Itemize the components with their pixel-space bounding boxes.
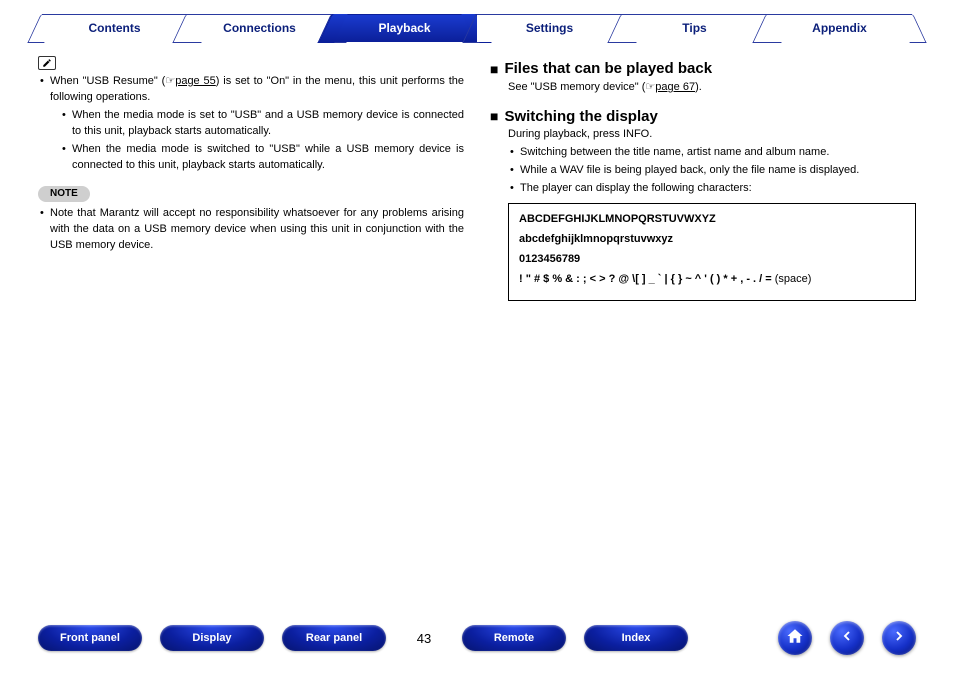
- right-column: ■ Files that can be played back See "USB…: [490, 56, 916, 301]
- sub-bullet: When the media mode is set to "USB" and …: [60, 108, 464, 140]
- pencil-icon: [38, 56, 56, 70]
- chars-symbols: ! " # $ % & : ; < > ? @ \[ ] _ ` | { } ~…: [519, 272, 905, 288]
- symbols: ! " # $ % & : ; < > ? @ \[ ] _ ` | { } ~…: [519, 273, 772, 285]
- page-number: 43: [404, 631, 444, 646]
- link-page-55[interactable]: page 55: [175, 75, 216, 87]
- heading-text: Files that can be played back: [504, 58, 712, 80]
- remote-button[interactable]: Remote: [462, 625, 566, 651]
- chars-digits: 0123456789: [519, 252, 905, 268]
- hand-icon: ☞: [645, 81, 655, 93]
- home-button[interactable]: [778, 621, 812, 655]
- list-item: The player can display the following cha…: [508, 181, 916, 197]
- files-sub: See "USB memory device" (☞page 67).: [490, 80, 916, 96]
- usb-resume-bullet: When "USB Resume" (☞page 55) is set to "…: [38, 74, 464, 174]
- rear-panel-button[interactable]: Rear panel: [282, 625, 386, 651]
- left-column: When "USB Resume" (☞page 55) is set to "…: [38, 56, 464, 301]
- tab-tips[interactable]: Tips: [622, 14, 767, 42]
- main-content: When "USB Resume" (☞page 55) is set to "…: [0, 42, 954, 301]
- note-badge: NOTE: [38, 186, 90, 203]
- hand-icon: ☞: [165, 75, 175, 87]
- home-icon: [786, 627, 804, 650]
- tab-connections[interactable]: Connections: [187, 14, 332, 42]
- arrow-right-icon: [891, 628, 907, 649]
- tab-contents[interactable]: Contents: [42, 14, 187, 42]
- text: ).: [695, 81, 702, 93]
- character-set-box: ABCDEFGHIJKLMNOPQRSTUVWXYZ abcdefghijklm…: [508, 203, 916, 301]
- display-button[interactable]: Display: [160, 625, 264, 651]
- text: See "USB memory device" (: [508, 81, 645, 93]
- chars-upper: ABCDEFGHIJKLMNOPQRSTUVWXYZ: [519, 212, 905, 228]
- front-panel-button[interactable]: Front panel: [38, 625, 142, 651]
- note-text: Note that Marantz will accept no respons…: [38, 206, 464, 254]
- tab-playback[interactable]: Playback: [332, 14, 477, 42]
- text: When "USB Resume" (: [50, 75, 165, 87]
- link-page-67[interactable]: page 67: [655, 81, 695, 93]
- next-page-button[interactable]: [882, 621, 916, 655]
- space-label: (space): [772, 273, 812, 285]
- heading-switching-display: ■ Switching the display: [490, 106, 916, 128]
- sub-bullet: When the media mode is switched to "USB"…: [60, 142, 464, 174]
- tab-settings[interactable]: Settings: [477, 14, 622, 42]
- arrow-left-icon: [839, 628, 855, 649]
- text: During playback, press INFO.: [508, 127, 916, 143]
- switching-sub: During playback, press INFO. Switching b…: [490, 127, 916, 197]
- list-item: Switching between the title name, artist…: [508, 145, 916, 161]
- heading-files-played-back: ■ Files that can be played back: [490, 58, 916, 80]
- chars-lower: abcdefghijklmnopqrstuvwxyz: [519, 232, 905, 248]
- square-bullet-icon: ■: [490, 106, 498, 126]
- tab-appendix[interactable]: Appendix: [767, 14, 912, 42]
- list-item: While a WAV file is being played back, o…: [508, 163, 916, 179]
- square-bullet-icon: ■: [490, 59, 498, 79]
- bottom-bar: Front panel Display Rear panel 43 Remote…: [0, 621, 954, 655]
- top-tabs: Contents Connections Playback Settings T…: [0, 0, 954, 42]
- index-button[interactable]: Index: [584, 625, 688, 651]
- heading-text: Switching the display: [504, 106, 657, 128]
- prev-page-button[interactable]: [830, 621, 864, 655]
